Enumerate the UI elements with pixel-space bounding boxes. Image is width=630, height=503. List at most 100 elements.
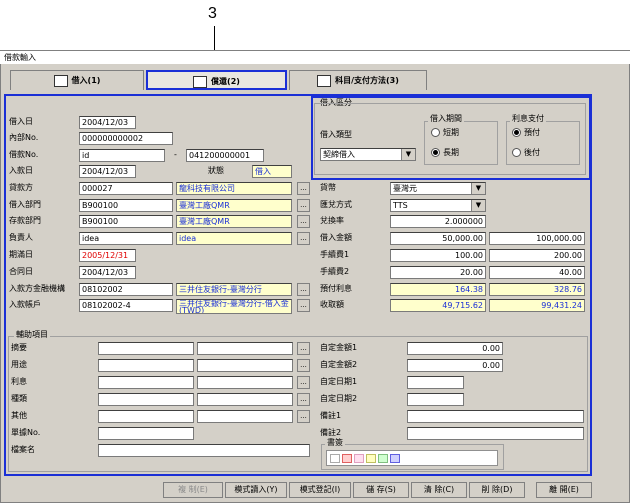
doc-group-label: 書簽 — [325, 438, 345, 448]
account-code-field[interactable]: 08102002-4 — [79, 299, 173, 312]
custom-date2-field[interactable] — [407, 393, 464, 406]
type-select[interactable]: 契締借入 ▼ — [320, 148, 416, 161]
tab-account[interactable]: 科目/支付方法(3) — [289, 70, 427, 90]
loan-no-field-b[interactable]: 041200000001 — [186, 149, 264, 162]
status-field: 借入 — [252, 165, 292, 178]
borrow-dept-code-field[interactable]: B900100 — [79, 199, 173, 212]
period-short-label: 短期 — [443, 128, 459, 137]
remit-select[interactable]: TTS ▼ — [390, 199, 486, 212]
radio-selected-icon — [431, 148, 440, 157]
contract-date-field[interactable]: 2004/12/03 — [79, 266, 136, 279]
period-long-radio[interactable]: 長期 — [431, 147, 459, 159]
account-label: 入款帳戶 — [9, 300, 41, 309]
chevron-down-icon: ▼ — [401, 149, 415, 160]
copy-button[interactable]: 複 制(E) — [163, 482, 223, 498]
interest-field-b[interactable] — [197, 376, 293, 389]
radio-icon — [512, 148, 521, 157]
other-field-b[interactable] — [197, 410, 293, 423]
status-label: 狀態 — [208, 166, 224, 175]
interest-pre-radio[interactable]: 預付 — [512, 127, 540, 139]
internal-no-label: 內部No. — [9, 133, 39, 142]
fee1-field-b[interactable]: 200.00 — [489, 249, 585, 262]
fee2-field-b[interactable]: 40.00 — [489, 266, 585, 279]
custom-date1-field[interactable] — [407, 376, 464, 389]
borrow-date-field[interactable]: 2004/12/03 — [79, 116, 136, 129]
tab-repay[interactable]: 償還(2) — [146, 70, 287, 90]
institution-lookup-button[interactable]: ... — [297, 283, 310, 296]
internal-no-field[interactable]: 000000000002 — [79, 132, 173, 145]
delete-button[interactable]: 削 除(D) — [469, 482, 525, 498]
custom-date2-label: 自定日期2 — [320, 394, 358, 403]
summary-label: 摘要 — [11, 343, 27, 352]
note1-field[interactable] — [407, 410, 584, 423]
fee2-field-a[interactable]: 20.00 — [390, 266, 486, 279]
amount-field-a[interactable]: 50,000.00 — [390, 232, 486, 245]
kind-field-b[interactable] — [197, 393, 293, 406]
summary-field-b[interactable] — [197, 342, 293, 355]
clear-button[interactable]: 清 除(C) — [411, 482, 467, 498]
received-field-b: 99,431.24 — [489, 299, 585, 312]
note2-field[interactable] — [407, 427, 584, 440]
purpose-field-b[interactable] — [197, 359, 293, 372]
lender-lookup-button[interactable]: ... — [297, 182, 310, 195]
doc-colors[interactable] — [326, 450, 498, 466]
kind-field-a[interactable] — [98, 393, 194, 406]
window-title: 借款輸入 — [0, 51, 630, 64]
loan-no-field-a[interactable]: id — [79, 149, 165, 162]
lender-code-field[interactable]: 000027 — [79, 182, 173, 195]
book-icon — [53, 74, 68, 87]
deposit-dept-lookup-button[interactable]: ... — [297, 215, 310, 228]
institution-label: 入款方金融機構 — [9, 284, 65, 293]
prepaid-field-a: 164.38 — [390, 283, 486, 296]
aux-group-label: 輔助項目 — [14, 330, 50, 340]
custom-amt1-field[interactable]: 0.00 — [407, 342, 503, 355]
period-group-label: 借入期間 — [428, 114, 464, 124]
owner-lookup-button[interactable]: ... — [297, 232, 310, 245]
fee1-label: 手續費1 — [320, 250, 350, 259]
file-field[interactable] — [98, 444, 310, 457]
owner-code-field[interactable]: idea — [79, 232, 173, 245]
other-lookup-button[interactable]: ... — [297, 410, 310, 423]
summary-lookup-button[interactable]: ... — [297, 342, 310, 355]
due-date-field[interactable]: 2005/12/31 — [79, 249, 136, 262]
currency-select[interactable]: 臺灣元 ▼ — [390, 182, 486, 195]
custom-date1-label: 自定日期1 — [320, 377, 358, 386]
purpose-field-a[interactable] — [98, 359, 194, 372]
lender-name-field: 龍科技有限公司 — [176, 182, 292, 195]
interest-field-a[interactable] — [98, 376, 194, 389]
radio-icon — [431, 128, 440, 137]
template-load-button[interactable]: 模式讀入(Y) — [225, 482, 287, 498]
amount-field-b[interactable]: 100,000.00 — [489, 232, 585, 245]
interest-post-label: 後付 — [524, 148, 540, 157]
custom-amt2-field[interactable]: 0.00 — [407, 359, 503, 372]
purpose-lookup-button[interactable]: ... — [297, 359, 310, 372]
tab-repay-label: 償還(2) — [211, 77, 240, 86]
tab-borrow-label: 借入(1) — [71, 76, 101, 85]
summary-field-a[interactable] — [98, 342, 194, 355]
interest-post-radio[interactable]: 後付 — [512, 147, 540, 159]
other-field-a[interactable] — [98, 410, 194, 423]
account-lookup-button[interactable]: ... — [297, 299, 310, 312]
borrow-dept-name-field: 臺灣工廠QMR — [176, 199, 292, 212]
currency-value: 臺灣元 — [393, 184, 417, 193]
borrow-dept-lookup-button[interactable]: ... — [297, 199, 310, 212]
tab-borrow[interactable]: 借入(1) — [10, 70, 144, 90]
interest-lookup-button[interactable]: ... — [297, 376, 310, 389]
exit-button[interactable]: 離 開(E) — [536, 482, 592, 498]
period-short-radio[interactable]: 短期 — [431, 127, 459, 139]
institution-code-field[interactable]: 08102002 — [79, 283, 173, 296]
kind-lookup-button[interactable]: ... — [297, 393, 310, 406]
chevron-down-icon: ▼ — [471, 183, 485, 194]
interest-label: 利息 — [11, 377, 27, 386]
fee1-field-a[interactable]: 100.00 — [390, 249, 486, 262]
deposit-dept-code-field[interactable]: B900100 — [79, 215, 173, 228]
template-register-button[interactable]: 模式登記(I) — [289, 482, 351, 498]
due-date-label: 期滿日 — [9, 250, 33, 259]
doc-no-field[interactable] — [98, 427, 194, 440]
chevron-down-icon: ▼ — [471, 200, 485, 211]
rate-field[interactable]: 2.000000 — [390, 215, 486, 228]
owner-name-field: idea — [176, 232, 292, 245]
save-button[interactable]: 儲 存(S) — [353, 482, 409, 498]
receive-date-field[interactable]: 2004/12/03 — [79, 165, 136, 178]
white-swatch-icon — [330, 454, 340, 463]
